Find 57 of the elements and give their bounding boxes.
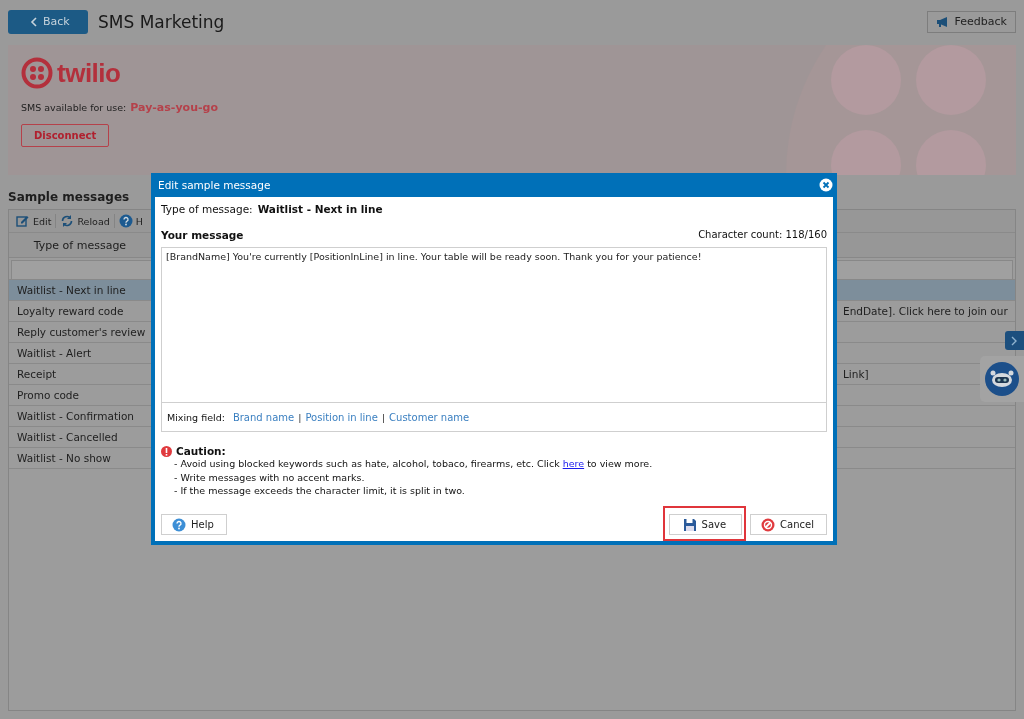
logo-icon xyxy=(21,57,53,89)
separator: | xyxy=(298,411,302,423)
chevron-right-icon xyxy=(1011,335,1018,346)
character-count: Character count: 118/160 xyxy=(698,229,827,241)
message-field[interactable]: [BrandName] You're currently [PositionInLine] in line. Your table will be ready soon. Thank you for your patience! xyxy=(161,247,827,403)
link[interactable]: here xyxy=(562,458,585,469)
mixing-field-link[interactable]: Customer name xyxy=(389,411,470,423)
section-title: Sample messages xyxy=(8,190,131,204)
page-title: SMS Marketing xyxy=(98,11,225,32)
close-button[interactable] xyxy=(819,178,833,192)
help-button[interactable]: Help xyxy=(161,514,227,535)
cancel-button[interactable]: Cancel xyxy=(750,514,827,535)
mixing-field-link[interactable]: Brand name xyxy=(232,411,295,423)
dialog-title: Edit sample message xyxy=(158,179,271,191)
toolbar-button[interactable]: Edit xyxy=(13,214,55,228)
type-value: Waitlist - Next in line xyxy=(257,203,383,215)
logo-wordmark: twilio xyxy=(57,58,121,88)
mixing-field-label: Mixing field: xyxy=(167,411,225,423)
table-cell-text: Waitlist - Cancelled xyxy=(16,431,119,443)
message-label: Your message xyxy=(161,229,244,241)
table-cell-text: Waitlist - Next in line xyxy=(16,284,127,296)
table-cell-text: Waitlist - Alert xyxy=(16,347,93,359)
caution-line: - Avoid using blocked keywords such as hate, alcohol, tobaco, firearms, etc. Click here to view more. xyxy=(173,457,654,471)
chevron-left-icon xyxy=(30,16,37,27)
reload-icon xyxy=(60,214,75,228)
toolbar-button[interactable]: H xyxy=(115,214,146,228)
robot-icon xyxy=(990,370,1014,388)
table-cell-text: Loyalty reward code xyxy=(16,305,125,317)
back-button[interactable]: Back xyxy=(8,9,88,34)
table-cell-text: EndDate]. Click here to join our xyxy=(842,305,1008,317)
table-cell-text: Waitlist - Confirmation xyxy=(16,410,135,422)
table-cell-text: Reply customer's review xyxy=(16,326,147,338)
side-tab[interactable] xyxy=(1005,331,1024,350)
help-icon xyxy=(118,214,133,228)
column-header: Type of message xyxy=(32,238,128,252)
caution-line: - If the message exceeds the character limit, it is split in two. xyxy=(173,484,466,498)
separator: | xyxy=(381,411,386,423)
help-icon xyxy=(172,517,186,532)
sms-label: SMS available for use: xyxy=(21,102,127,113)
cancel-icon xyxy=(761,517,776,532)
table-cell-text: Link] xyxy=(842,368,869,380)
caution-title: Caution: xyxy=(176,445,226,457)
table-cell-text: Receipt xyxy=(16,368,58,380)
megaphone-icon xyxy=(935,15,950,28)
caution-line: - Write messages with no accent marks. xyxy=(173,470,366,484)
type-label: Type of message: xyxy=(161,203,253,215)
save-button[interactable]: Save xyxy=(668,514,743,535)
feedback-button[interactable]: Feedback xyxy=(926,10,1016,33)
plan-name: Pay-as-you-go xyxy=(130,101,218,114)
toolbar-button[interactable]: Reload xyxy=(57,214,113,228)
edit-icon xyxy=(16,214,30,228)
table-cell-text: Promo code xyxy=(16,389,80,401)
close-icon xyxy=(819,178,833,192)
warning-icon xyxy=(161,445,172,457)
table-cell-text: Waitlist - No show xyxy=(16,452,112,464)
mixing-field-link[interactable]: Position in line xyxy=(305,411,378,423)
assistant-button[interactable] xyxy=(985,362,1019,396)
